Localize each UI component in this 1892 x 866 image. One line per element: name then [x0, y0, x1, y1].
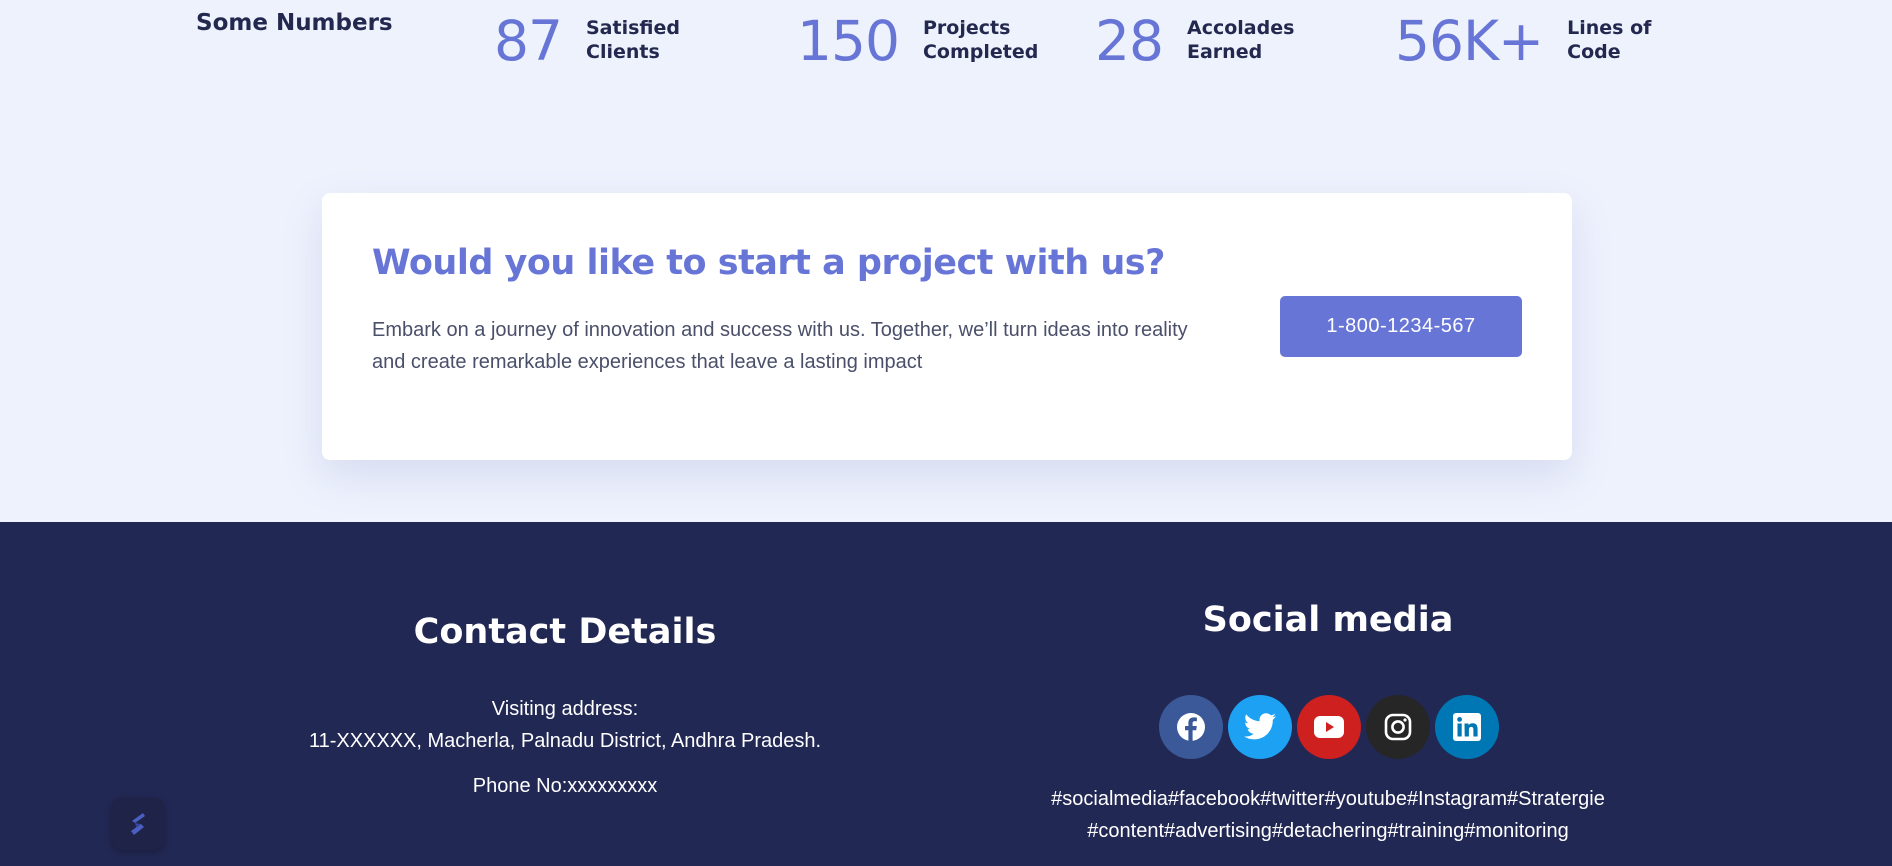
phone-call-button[interactable]: 1-800-1234-567 [1280, 296, 1522, 357]
floating-logo-button[interactable] [112, 798, 164, 850]
stat-value: 56K+ [1395, 9, 1544, 73]
stat-satisfied-clients: 87 Satisfied Clients [494, 8, 706, 74]
stat-label-line: Completed [922, 41, 1039, 63]
numbers-section: Some Numbers 87 Satisfied Clients 150 Pr… [0, 0, 1892, 522]
social-icons [1159, 695, 1499, 759]
stat-label-line: Clients [586, 41, 660, 63]
footer: Contact Details Visiting address: 11-XXX… [0, 522, 1892, 866]
stat-label-line: Earned [1187, 41, 1263, 63]
facebook-icon[interactable] [1159, 695, 1223, 759]
stat-projects-completed: 150 Projects Completed [797, 8, 1043, 74]
stat-label: Lines of Code [1567, 16, 1687, 64]
stat-label: Accolades Earned [1187, 16, 1307, 64]
stat-label-line: Projects [922, 17, 1011, 39]
stat-accolades-earned: 28 Accolades Earned [1095, 8, 1307, 74]
hashtags-line: #content#advertising#detachering#trainin… [1087, 820, 1569, 842]
address-text: 11-XXXXXX, Macherla, Palnadu District, A… [308, 730, 822, 752]
stat-value: 87 [494, 9, 563, 73]
logo-icon [131, 813, 145, 835]
stat-label: Satisfied Clients [586, 16, 706, 64]
stat-label-line: Lines of [1567, 17, 1652, 39]
cta-text: Embark on a journey of innovation and su… [372, 319, 1188, 373]
cta-title: Would you like to start a project with u… [372, 243, 1165, 283]
stat-label: Projects Completed [923, 16, 1043, 64]
stat-value: 28 [1095, 9, 1164, 73]
stat-lines-of-code: 56K+ Lines of Code [1395, 8, 1687, 74]
youtube-icon[interactable] [1297, 695, 1361, 759]
linkedin-icon[interactable] [1435, 695, 1499, 759]
stat-label-line: Satisfied [586, 17, 680, 39]
twitter-icon[interactable] [1228, 695, 1292, 759]
stat-label-line: Code [1567, 41, 1621, 63]
social-title: Social media [1202, 600, 1454, 640]
hashtags-line: #socialmedia#facebook#twitter#youtube#In… [1051, 788, 1605, 810]
stat-label-line: Accolades [1187, 17, 1295, 39]
instagram-icon[interactable] [1366, 695, 1430, 759]
numbers-title: Some Numbers [196, 10, 393, 36]
cta-card: Would you like to start a project with u… [322, 193, 1572, 460]
stat-value: 150 [797, 9, 900, 73]
address-label: Visiting address: [491, 698, 639, 720]
